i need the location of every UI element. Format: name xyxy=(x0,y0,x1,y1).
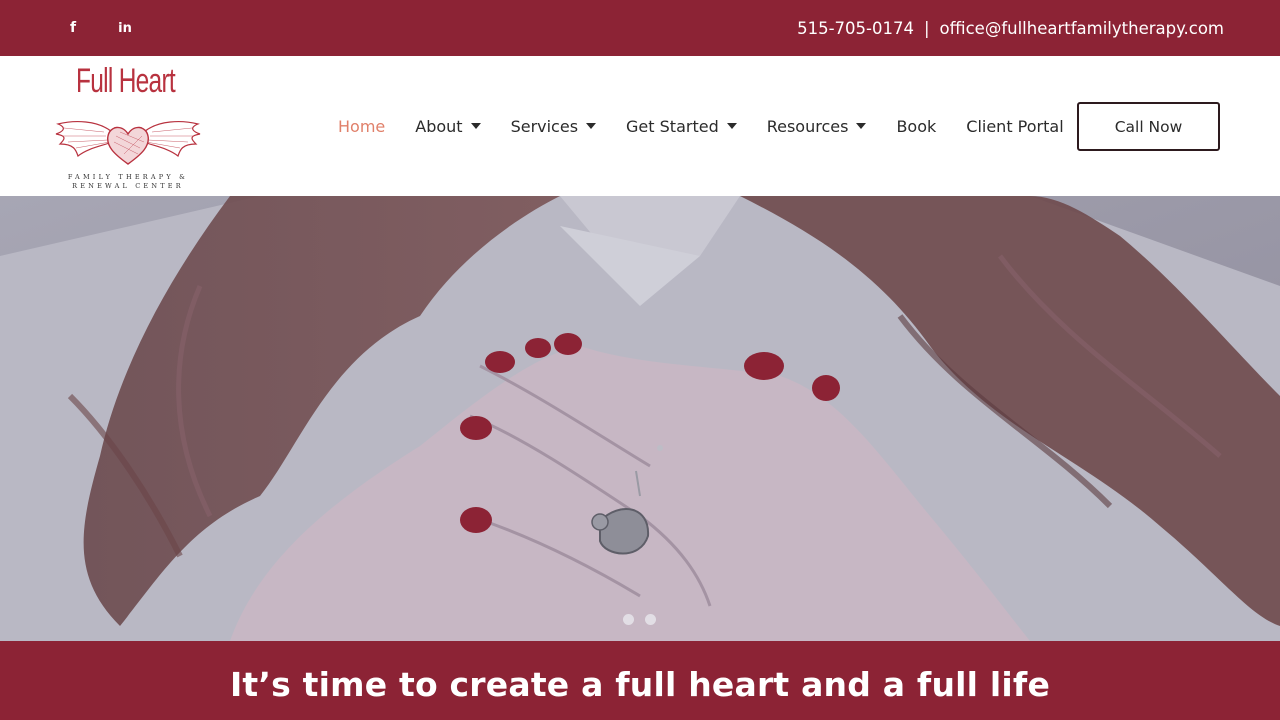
winged-heart-icon xyxy=(55,121,201,165)
nav-item-label: Get Started xyxy=(626,116,719,136)
nav-item-label: Client Portal xyxy=(966,116,1064,136)
hero-image xyxy=(0,196,1280,641)
nav-item-label: Book xyxy=(896,116,937,136)
site-header: Full Heart FAMILY THERAPY & RENEWAL CENT… xyxy=(0,56,1280,196)
nav-item-resources[interactable]: Resources xyxy=(767,117,867,136)
nav-item-get-started[interactable]: Get Started xyxy=(626,117,737,136)
nav-item-label: Resources xyxy=(766,116,849,136)
contact-separator: | xyxy=(923,18,930,38)
email-link[interactable]: office@fullheartfamilytherapy.com xyxy=(940,19,1224,38)
logo-tagline: FAMILY THERAPY & xyxy=(67,173,189,181)
slider-dot[interactable] xyxy=(645,614,656,625)
caret-down-icon xyxy=(586,123,597,129)
logo[interactable]: Full Heart FAMILY THERAPY & RENEWAL CENT… xyxy=(48,60,208,192)
nav-item-label: Home xyxy=(338,116,386,136)
headline-banner: It’s time to create a full heart and a f… xyxy=(0,641,1280,720)
nav-item-label: Services xyxy=(510,116,579,136)
linkedin-icon[interactable]: in xyxy=(110,0,140,56)
nav-item-services[interactable]: Services xyxy=(510,116,597,136)
nav-item-label: About xyxy=(415,116,463,136)
logo-title: Full Heart xyxy=(76,62,176,100)
main-nav: Home About Services Get Started Resource… xyxy=(338,56,1064,196)
logo-tagline: RENEWAL CENTER xyxy=(72,182,184,190)
caret-down-icon xyxy=(726,123,737,129)
caret-down-icon xyxy=(856,123,867,129)
contact-info: 515-705-0174 | office@fullheartfamilythe… xyxy=(797,0,1224,56)
slider-dot[interactable] xyxy=(623,614,634,625)
facebook-icon[interactable]: f xyxy=(58,0,88,56)
nav-item-about[interactable]: About xyxy=(415,116,481,136)
hero-slider xyxy=(0,196,1280,641)
top-bar: f in 515-705-0174 | office@fullheartfami… xyxy=(0,0,1280,56)
call-now-button[interactable]: Call Now xyxy=(1077,102,1220,151)
nav-item-client-portal[interactable]: Client Portal xyxy=(966,117,1063,136)
caret-down-icon xyxy=(470,123,481,129)
nav-item-book[interactable]: Book xyxy=(896,117,936,136)
phone-link[interactable]: 515-705-0174 xyxy=(797,19,914,38)
hero-headline: It’s time to create a full heart and a f… xyxy=(229,665,1051,704)
nav-item-home[interactable]: Home xyxy=(338,117,385,136)
slider-dots xyxy=(623,614,667,625)
